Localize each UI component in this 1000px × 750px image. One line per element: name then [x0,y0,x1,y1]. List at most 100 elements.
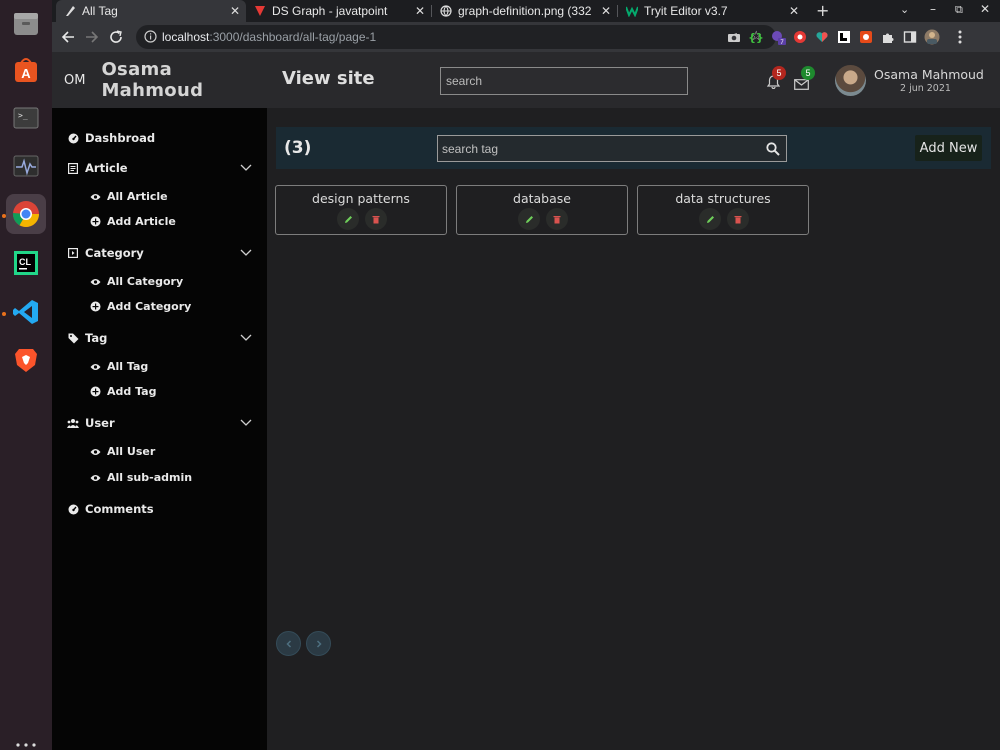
search-icon[interactable] [766,141,780,156]
camera-extension-icon[interactable] [726,29,742,45]
chevron-down-icon[interactable] [240,164,252,172]
terminal-icon[interactable]: >_ [6,98,46,138]
chrome-app-icon[interactable] [6,194,46,234]
json-extension-icon[interactable]: {} [748,29,764,45]
tag-name: data structures [675,191,771,206]
chevron-down-icon[interactable] [240,334,252,342]
w3schools-icon [626,5,638,17]
software-center-icon[interactable]: A [6,50,46,90]
new-tab-icon[interactable]: + [816,1,829,20]
close-icon[interactable]: ✕ [601,4,611,18]
add-new-button[interactable]: Add New [915,135,982,161]
sidebar-item-label: Comments [85,502,154,516]
clion-icon[interactable]: CL [6,243,46,283]
sidebar-item-all-sub-admin[interactable]: All sub-admin [90,471,192,484]
address-bar[interactable]: localhost:3000/dashboard/all-tag/page-1 … [136,25,776,49]
running-indicator [2,214,6,218]
sidebar-item-label: Add Tag [107,385,157,398]
vscode-icon[interactable] [6,292,46,332]
tag-card: data structures [637,185,809,235]
user-avatar[interactable] [835,65,866,96]
sidebar-item-label: Add Article [107,215,176,228]
delete-button[interactable] [365,208,387,230]
header-search-input[interactable] [440,67,688,95]
eye-icon [90,361,101,372]
edit-button[interactable] [699,208,721,230]
profile-avatar-icon[interactable] [924,29,940,45]
heart-extension-icon[interactable] [814,29,830,45]
sidebar-item-label: All Article [107,190,168,203]
app-grid-icon[interactable] [16,738,36,750]
category-icon [67,247,79,259]
edit-button[interactable] [337,208,359,230]
view-site-link[interactable]: View site [282,68,375,89]
menu-kebab-icon[interactable] [952,29,968,45]
sidebar-item-user[interactable]: User [67,416,252,430]
l-extension-icon[interactable] [836,29,852,45]
next-page-button[interactable] [306,631,331,656]
tab-all-tag[interactable]: All Tag ✕ [56,0,246,22]
sidebar-item-all-category[interactable]: All Category [90,275,183,288]
minimize-icon[interactable]: – [930,2,936,16]
extension-badge-icon[interactable]: 7 [770,29,786,45]
tab-ds-graph[interactable]: DS Graph - javatpoint ✕ [246,0,431,22]
files-app-icon[interactable] [6,3,46,43]
sidebar-item-all-article[interactable]: All Article [90,190,168,203]
close-icon[interactable]: ✕ [789,4,799,18]
sidebar-item-comments[interactable]: Comments [67,502,154,516]
tag-icon [67,332,79,344]
orange-extension-icon[interactable] [858,29,874,45]
forward-icon[interactable] [84,29,100,45]
sidebar-item-label: Category [85,246,144,260]
eye-icon [90,276,101,287]
sidebar-item-category[interactable]: Category [67,246,252,260]
brave-icon[interactable] [6,340,46,380]
tab-label: DS Graph - javatpoint [272,4,388,18]
tab-label: All Tag [82,4,118,18]
chevron-down-icon[interactable] [240,419,252,427]
browser-toolbar: localhost:3000/dashboard/all-tag/page-1 … [52,22,1000,52]
brand-name: Osama Mahmoud [101,59,204,101]
prev-page-button[interactable] [276,631,301,656]
user-name[interactable]: Osama Mahmoud [874,67,984,82]
tag-count: (3) [284,138,312,158]
tag-search-input[interactable] [438,136,758,161]
sidebar-item-article[interactable]: Article [67,161,252,175]
tag-card: design patterns [275,185,447,235]
sidebar-item-add-article[interactable]: Add Article [90,215,176,228]
globe-icon [440,5,452,17]
sidebar-item-tag[interactable]: Tag [67,331,252,345]
plus-circle-icon [90,386,101,397]
trash-icon [734,215,742,223]
running-indicator [2,312,6,316]
close-icon[interactable]: ✕ [415,4,425,18]
edit-button[interactable] [518,208,540,230]
app-header: OM Osama Mahmoud View site 5 5 Osama Mah… [52,52,1000,108]
red-extension-icon[interactable] [792,29,808,45]
chevron-down-icon[interactable] [240,249,252,257]
sidebar-item-add-tag[interactable]: Add Tag [90,385,156,398]
reload-icon[interactable] [108,29,124,45]
delete-button[interactable] [546,208,568,230]
back-icon[interactable] [60,29,76,45]
puzzle-extensions-icon[interactable] [880,29,896,45]
tab-tryit-editor[interactable]: Tryit Editor v3.7 ✕ [618,0,805,22]
pencil-icon [344,215,352,223]
delete-button[interactable] [727,208,749,230]
system-monitor-icon[interactable] [6,146,46,186]
window-close-icon[interactable]: ✕ [980,2,990,16]
restore-icon[interactable]: ⧉ [955,3,963,17]
tab-search-icon[interactable]: ⌄ [900,3,909,16]
tab-graph-definition[interactable]: graph-definition.png (332 ✕ [432,0,617,22]
sidebar-item-label: All Category [107,275,184,288]
close-icon[interactable]: ✕ [230,4,240,18]
sidebar-item-dashboard[interactable]: Dashbroad [67,131,155,145]
brand[interactable]: OM Osama Mahmoud [52,52,267,108]
sidebar-item-label: User [85,416,115,430]
site-info-icon[interactable] [144,30,157,46]
side-panel-icon[interactable] [902,29,918,45]
sidebar-item-all-user[interactable]: All User [90,445,155,458]
sidebar-item-add-category[interactable]: Add Category [90,300,191,313]
sidebar-item-all-tag[interactable]: All Tag [90,360,148,373]
sidebar-item-label: All sub-admin [107,471,193,484]
